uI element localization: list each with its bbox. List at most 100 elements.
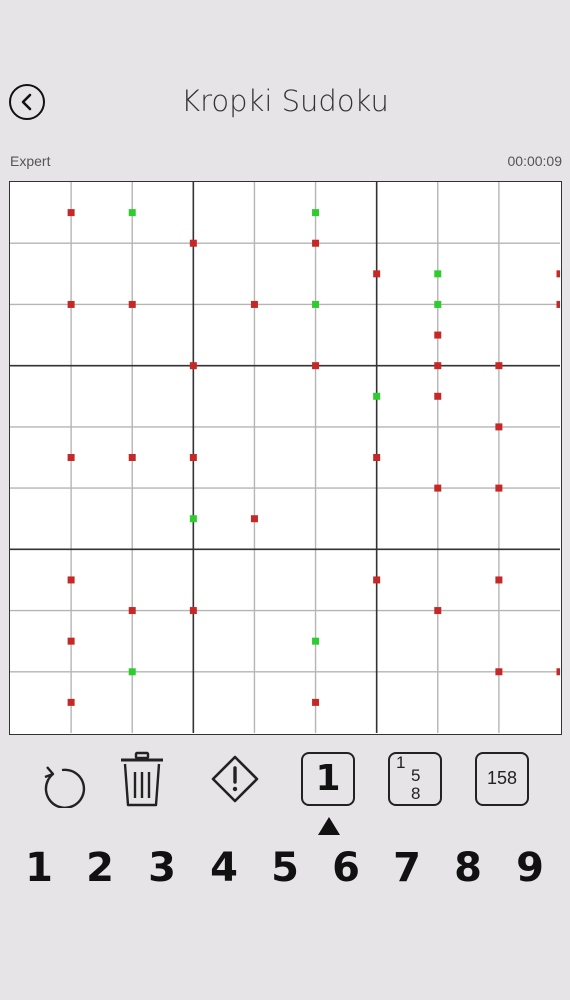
board-cell[interactable]	[254, 549, 316, 611]
board-cell[interactable]	[498, 610, 560, 672]
board-cell[interactable]	[132, 304, 194, 366]
board-cell[interactable]	[437, 304, 499, 366]
board-cell[interactable]	[376, 243, 438, 305]
board-cell[interactable]	[254, 304, 316, 366]
board-cell[interactable]	[498, 182, 560, 244]
board-cell[interactable]	[10, 671, 72, 733]
board-cell[interactable]	[437, 365, 499, 427]
board-cell[interactable]	[71, 182, 133, 244]
board-cell[interactable]	[132, 671, 194, 733]
board-cell[interactable]	[254, 426, 316, 489]
board-cell[interactable]	[193, 304, 255, 366]
board-cell[interactable]	[315, 488, 377, 550]
board-cell[interactable]	[376, 304, 438, 366]
board-cell[interactable]	[315, 182, 377, 244]
board-cell[interactable]	[254, 182, 316, 244]
board-cell[interactable]	[315, 304, 377, 366]
board-cell[interactable]	[437, 243, 499, 305]
board-cell[interactable]	[10, 365, 72, 427]
board-cell[interactable]	[71, 365, 133, 427]
board-cell[interactable]	[437, 671, 499, 733]
board-cell[interactable]	[437, 610, 499, 672]
board-cell[interactable]	[376, 426, 438, 489]
board-cell[interactable]	[498, 365, 560, 427]
board-cell[interactable]	[315, 365, 377, 427]
board-cell[interactable]	[254, 365, 316, 427]
board-cell[interactable]	[193, 243, 255, 305]
board-cell[interactable]	[376, 610, 438, 672]
board-cell[interactable]	[10, 243, 72, 305]
mode-normal-button[interactable]: 1	[301, 752, 355, 806]
number-key-2[interactable]: 2	[76, 840, 124, 896]
board-cell[interactable]	[498, 304, 560, 366]
mode-pencil-corner-button[interactable]: 1 5 8	[388, 752, 442, 806]
board-cell[interactable]	[437, 426, 499, 489]
undo-button[interactable]	[36, 758, 88, 810]
board-cell[interactable]	[437, 549, 499, 611]
number-key-7[interactable]: 7	[383, 840, 431, 896]
kropki-dot-red	[556, 270, 560, 278]
number-key-4[interactable]: 4	[200, 840, 248, 896]
board-cell[interactable]	[498, 671, 560, 733]
board-cell[interactable]	[254, 671, 316, 733]
board-cell[interactable]	[498, 243, 560, 305]
board-cell[interactable]	[498, 488, 560, 550]
board-cell[interactable]	[193, 671, 255, 733]
board-cell[interactable]	[132, 182, 194, 244]
board-cell[interactable]	[10, 182, 72, 244]
hint-button[interactable]	[210, 754, 260, 804]
board-grid[interactable]	[10, 182, 560, 733]
board-cell[interactable]	[498, 426, 560, 489]
board-cell[interactable]	[132, 243, 194, 305]
board-cell[interactable]	[193, 365, 255, 427]
kropki-dot-red	[67, 300, 75, 308]
number-key-3[interactable]: 3	[138, 840, 186, 896]
board-cell[interactable]	[315, 243, 377, 305]
board-cell[interactable]	[10, 304, 72, 366]
board-cell[interactable]	[254, 243, 316, 305]
board-cell[interactable]	[193, 610, 255, 672]
board-cell[interactable]	[376, 365, 438, 427]
board-cell[interactable]	[315, 426, 377, 489]
board-cell[interactable]	[193, 426, 255, 489]
number-key-5[interactable]: 5	[261, 840, 309, 896]
board-cell[interactable]	[437, 488, 499, 550]
board-cell[interactable]	[132, 426, 194, 489]
number-key-6[interactable]: 6	[322, 840, 370, 896]
number-key-9[interactable]: 9	[506, 840, 554, 896]
erase-button[interactable]	[116, 750, 168, 810]
board-cell[interactable]	[315, 610, 377, 672]
board-cell[interactable]	[10, 426, 72, 489]
board-cell[interactable]	[71, 243, 133, 305]
board-cell[interactable]	[315, 549, 377, 611]
board-cell[interactable]	[437, 182, 499, 244]
board-cell[interactable]	[193, 488, 255, 550]
board-cell[interactable]	[254, 610, 316, 672]
board-cell[interactable]	[71, 488, 133, 550]
board-cell[interactable]	[193, 549, 255, 611]
board-cell[interactable]	[71, 304, 133, 366]
board-cell[interactable]	[71, 426, 133, 489]
board-cell[interactable]	[376, 671, 438, 733]
board-cell[interactable]	[132, 365, 194, 427]
board-cell[interactable]	[132, 549, 194, 611]
board-cell[interactable]	[376, 549, 438, 611]
board-cell[interactable]	[315, 671, 377, 733]
board-cell[interactable]	[498, 549, 560, 611]
board-cell[interactable]	[71, 549, 133, 611]
board-cell[interactable]	[193, 182, 255, 244]
number-key-8[interactable]: 8	[444, 840, 492, 896]
board-cell[interactable]	[10, 610, 72, 672]
board-cell[interactable]	[71, 610, 133, 672]
board-cell[interactable]	[71, 671, 133, 733]
board-cell[interactable]	[254, 488, 316, 550]
board-cell[interactable]	[376, 182, 438, 244]
mode-pencil-center-button[interactable]: 158	[475, 752, 529, 806]
board-cell[interactable]	[10, 549, 72, 611]
board-cell[interactable]	[132, 610, 194, 672]
board-cell[interactable]	[132, 488, 194, 550]
board-cell[interactable]	[10, 488, 72, 550]
sudoku-board[interactable]	[9, 181, 562, 735]
number-key-1[interactable]: 1	[15, 840, 63, 896]
board-cell[interactable]	[376, 488, 438, 550]
